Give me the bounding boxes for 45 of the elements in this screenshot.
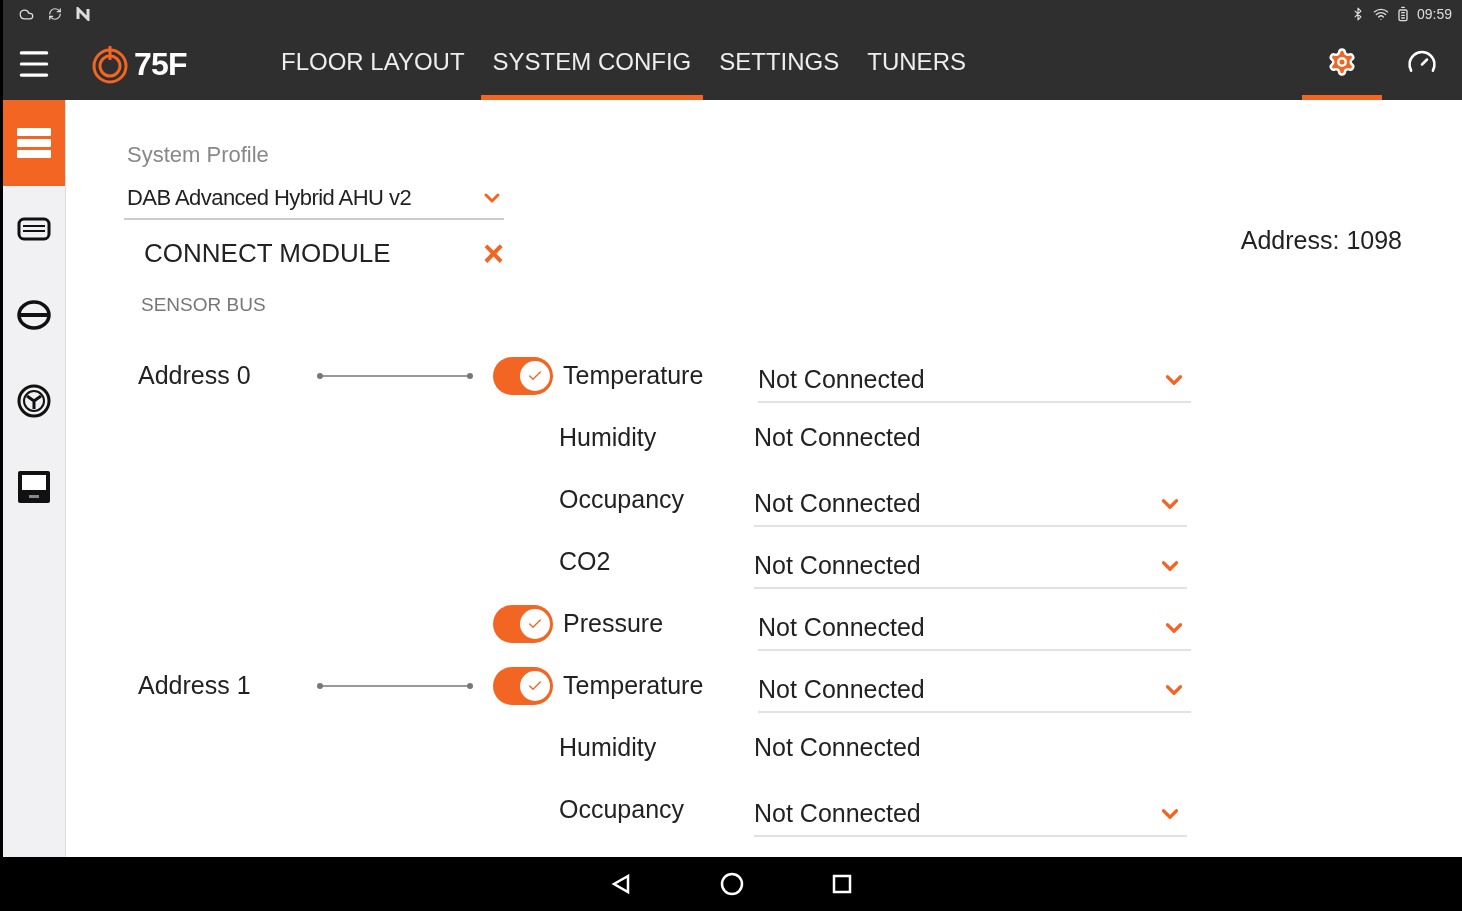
toggle-switch[interactable] [493, 356, 553, 395]
logo-mark-icon [91, 44, 129, 84]
toggle-switch[interactable] [493, 604, 553, 643]
nfc-icon [76, 7, 90, 21]
sensor-dropdown[interactable]: Not Connected [758, 668, 1191, 713]
toggle-switch[interactable] [493, 666, 553, 705]
thermostat-icon [17, 470, 51, 504]
sensor-label: Temperature [563, 669, 705, 701]
wifi-icon [1372, 6, 1389, 22]
profile-dropdown[interactable]: DAB Advanced Hybrid AHU v2 [124, 181, 504, 220]
section-title: CONNECT MODULE [144, 237, 392, 270]
field-label: System Profile [127, 141, 270, 169]
back-icon[interactable] [610, 873, 632, 895]
logo-text: 75F [134, 45, 187, 84]
sensor-label: Pressure [563, 607, 665, 639]
server-rack-icon [16, 127, 52, 159]
sensor-label: Occupancy [559, 483, 686, 515]
module-icon [17, 217, 51, 241]
recents-icon[interactable] [832, 874, 852, 894]
sensor-dropdown[interactable]: Not Connected [754, 482, 1187, 527]
sync-icon [48, 7, 62, 21]
nav-tab[interactable]: TUNERS [855, 28, 978, 100]
sensor-dropdown[interactable]: Not Connected [754, 792, 1187, 837]
fan-icon [17, 384, 51, 418]
sensor-label: Humidity [559, 421, 658, 453]
nav-tab[interactable]: SETTINGS [707, 28, 852, 100]
nav-tab[interactable]: FLOOR LAYOUT [269, 28, 477, 100]
sensor-label: Occupancy [559, 793, 686, 825]
sensor-value: Not Connected [754, 421, 921, 453]
sensor-dropdown[interactable]: Not Connected [758, 606, 1191, 651]
sensor-dropdown[interactable]: Not Connected [758, 358, 1191, 403]
circle-bar-icon [17, 299, 51, 331]
address-name: Address 1 [138, 670, 251, 699]
sensor-label: Humidity [559, 731, 658, 763]
sensor-value: Not Connected [754, 731, 921, 763]
sensor-label: Temperature [563, 359, 705, 391]
status-time: 09:59 [1416, 4, 1452, 24]
address-name: Address 0 [138, 360, 251, 389]
sensor-label: CO2 [559, 545, 612, 577]
section-subtitle: SENSOR BUS [141, 293, 267, 317]
address-label: Address: 1098 [1240, 225, 1402, 256]
cloud-icon [19, 6, 34, 22]
sensor-dropdown[interactable]: Not Connected [754, 544, 1187, 589]
settings-icon [1327, 46, 1357, 77]
home-icon[interactable] [720, 872, 744, 896]
